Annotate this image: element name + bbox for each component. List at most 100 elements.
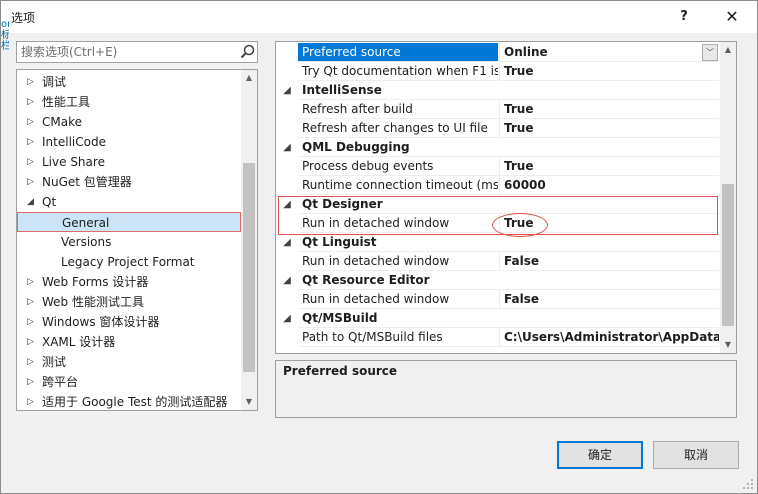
tree-item-label: Windows 窗体设计器 — [42, 315, 160, 329]
tree-item[interactable]: ▷ 性能工具 — [17, 92, 241, 112]
property-row[interactable]: Runtime connection timeout (mse 60000 — [276, 176, 719, 195]
property-value[interactable]: False — [499, 290, 719, 309]
property-category[interactable]: ◢ Qt/MSBuild — [276, 309, 719, 328]
category-collapse-icon[interactable]: ◢ — [276, 271, 298, 290]
property-row[interactable]: Run in detached window False — [276, 290, 719, 309]
property-grid: Preferred source Online ﹀ Try Qt documentat… — [275, 41, 737, 354]
tree-item[interactable]: Versions — [17, 232, 241, 252]
property-value[interactable]: True — [499, 157, 719, 176]
description-title: Preferred source — [283, 364, 398, 378]
category-label: Qt/MSBuild — [298, 309, 719, 328]
expanded-arrow-icon[interactable]: ◢ — [27, 192, 37, 212]
row-gutter — [276, 328, 298, 347]
property-value[interactable]: 60000 — [499, 176, 719, 195]
category-collapse-icon[interactable]: ◢ — [276, 309, 298, 328]
tree-item[interactable]: ▷ 跨平台 — [17, 372, 241, 392]
search-input[interactable] — [17, 42, 235, 62]
property-category[interactable]: ◢ IntelliSense — [276, 81, 719, 100]
property-category[interactable]: ◢ Qt Resource Editor — [276, 271, 719, 290]
tree-item-label: 性能工具 — [42, 95, 91, 109]
tree-item[interactable]: ▷ Live Share — [17, 152, 241, 172]
tree-item-label: General — [62, 216, 110, 230]
property-category[interactable]: ◢ Qt Linguist — [276, 233, 719, 252]
category-collapse-icon[interactable]: ◢ — [276, 81, 298, 100]
row-gutter — [276, 100, 298, 119]
collapsed-arrow-icon[interactable]: ▷ — [27, 112, 37, 132]
row-gutter — [276, 157, 298, 176]
grid-scrollbar[interactable]: ▲ ▼ — [720, 42, 736, 353]
property-name: Run in detached window — [298, 252, 498, 271]
dropdown-chevron-icon[interactable]: ﹀ — [702, 44, 718, 61]
collapsed-arrow-icon[interactable]: ▷ — [27, 372, 37, 392]
tree-item[interactable]: ▷ NuGet 包管理器 — [17, 172, 241, 192]
scroll-down-icon[interactable]: ▼ — [720, 337, 736, 353]
tree-item[interactable]: ▷ 调试 — [17, 72, 241, 92]
collapsed-arrow-icon[interactable]: ▷ — [27, 172, 37, 192]
property-name: Try Qt documentation when F1 is — [298, 62, 498, 81]
grid-scroll-thumb[interactable] — [722, 183, 734, 326]
property-value[interactable]: True — [499, 100, 719, 119]
options-dialog: 选项 ? ✕ or 标 栏 ▷ 调试 ▷ 性能工具 ▷ CMake ▷ IntelliCode… — [0, 0, 758, 494]
collapsed-arrow-icon[interactable]: ▷ — [27, 132, 37, 152]
property-value[interactable]: True — [499, 119, 719, 138]
property-category[interactable]: ◢ QML Debugging — [276, 138, 719, 157]
property-value[interactable]: True — [499, 62, 719, 81]
collapsed-arrow-icon[interactable]: ▷ — [27, 392, 37, 410]
collapsed-arrow-icon[interactable]: ▷ — [27, 312, 37, 332]
tree-item-label: Web 性能测试工具 — [42, 295, 144, 309]
property-name: Path to Qt/MSBuild files — [298, 328, 498, 347]
property-row[interactable]: Process debug events True — [276, 157, 719, 176]
tree-item[interactable]: ▷ Windows 窗体设计器 — [17, 312, 241, 332]
property-value[interactable]: C:\Users\Administrator\AppData\Lo — [499, 328, 719, 347]
category-label: QML Debugging — [298, 138, 719, 157]
property-value[interactable]: False — [499, 252, 719, 271]
property-name: Refresh after build — [298, 100, 498, 119]
scroll-up-icon[interactable]: ▲ — [720, 42, 736, 58]
background-text-fragment: or 标 栏 — [1, 19, 9, 52]
resize-grip-icon[interactable] — [741, 477, 755, 491]
collapsed-arrow-icon[interactable]: ▷ — [27, 352, 37, 372]
collapsed-arrow-icon[interactable]: ▷ — [27, 292, 37, 312]
tree-item[interactable]: ▷ 适用于 Google Test 的测试适配器 — [17, 392, 241, 410]
tree-scrollbar[interactable]: ▲ ▼ — [241, 70, 257, 410]
tree-item[interactable]: ▷ IntelliCode — [17, 132, 241, 152]
property-name: Process debug events — [298, 157, 498, 176]
collapsed-arrow-icon[interactable]: ▷ — [27, 272, 37, 292]
category-collapse-icon[interactable]: ◢ — [276, 138, 298, 157]
tree-item-label: Legacy Project Format — [61, 255, 195, 269]
collapsed-arrow-icon[interactable]: ▷ — [27, 332, 37, 352]
scroll-up-icon[interactable]: ▲ — [241, 70, 257, 86]
tree-item[interactable]: ▷ Web Forms 设计器 — [17, 272, 241, 292]
tree-item[interactable]: ▷ 测试 — [17, 352, 241, 372]
property-value[interactable]: Online — [499, 43, 719, 62]
tree-scroll-thumb[interactable] — [243, 163, 255, 373]
property-row[interactable]: Preferred source Online ﹀ — [276, 43, 719, 62]
cancel-button[interactable]: 取消 — [653, 441, 739, 469]
tree-item[interactable]: ▷ CMake — [17, 112, 241, 132]
tree-item[interactable]: ◢ Qt — [17, 192, 241, 212]
property-row[interactable]: Run in detached window False — [276, 252, 719, 271]
tree-item[interactable]: General — [17, 212, 241, 232]
tree-item-label: Versions — [61, 235, 112, 249]
tree-item[interactable]: ▷ Web 性能测试工具 — [17, 292, 241, 312]
tree-item[interactable]: Legacy Project Format — [17, 252, 241, 272]
category-collapse-icon[interactable]: ◢ — [276, 233, 298, 252]
property-row[interactable]: Refresh after build True — [276, 100, 719, 119]
row-gutter — [276, 290, 298, 309]
collapsed-arrow-icon[interactable]: ▷ — [27, 92, 37, 112]
property-row[interactable]: Refresh after changes to UI file True — [276, 119, 719, 138]
collapsed-arrow-icon[interactable]: ▷ — [27, 72, 37, 92]
annotation-highlight-ellipse — [492, 213, 548, 237]
property-name: Refresh after changes to UI file — [298, 119, 498, 138]
property-row[interactable]: Path to Qt/MSBuild files C:\Users\Adminis… — [276, 328, 719, 347]
property-row[interactable]: Try Qt documentation when F1 is True — [276, 62, 719, 81]
help-button[interactable]: ? — [661, 1, 707, 33]
ok-button[interactable]: 确定 — [557, 441, 643, 469]
collapsed-arrow-icon[interactable]: ▷ — [27, 152, 37, 172]
scroll-down-icon[interactable]: ▼ — [241, 394, 257, 410]
tree-item[interactable]: ▷ XAML 设计器 — [17, 332, 241, 352]
search-icon[interactable] — [239, 43, 257, 61]
close-button[interactable]: ✕ — [709, 1, 755, 33]
property-name: Run in detached window — [298, 290, 498, 309]
description-pane: Preferred source — [275, 360, 737, 418]
